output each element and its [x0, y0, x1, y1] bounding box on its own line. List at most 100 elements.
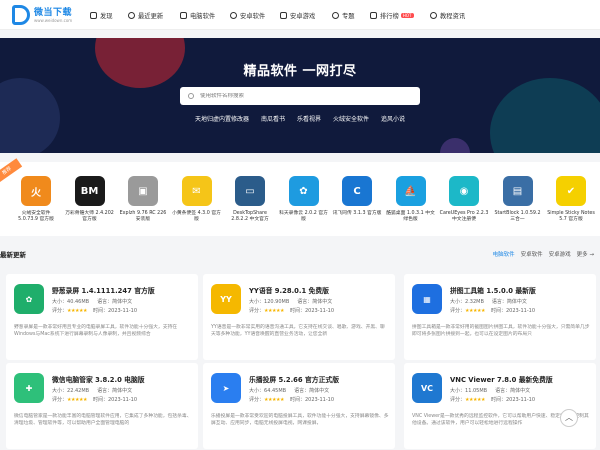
nav-label: 安卓游戏	[290, 12, 316, 20]
size-value: 40.46MB	[67, 299, 90, 305]
hot-link[interactable]: 乐看视界	[297, 114, 321, 123]
card-meta: 大小：40.46MB 语言：简体中文	[52, 298, 132, 305]
card-meta: 大小：11.05MB 语言：简体中文	[450, 387, 530, 394]
featured-app[interactable]: ▭ DeskTopShare 2.8.2.2 中文官方	[225, 176, 275, 223]
featured-app[interactable]: ⛵ 酷狐桌面 1.0.3.1 中文绿色版	[386, 176, 436, 223]
nav-item-1[interactable]: 最近更新	[128, 9, 163, 21]
featured-app[interactable]: ✿ 科天录像云 2.0.2 官方版	[279, 176, 329, 223]
star-rating-icon: ★★★★★	[465, 308, 485, 314]
size-label: 大小：	[450, 299, 466, 305]
category-tabs: 电脑软件 安卓软件 安卓游戏 更多 →	[493, 250, 594, 258]
hot-search-links: 天地归虚内置修改器 南瓜看书 乐看视界 火绒安全软件 追风小说	[0, 114, 600, 123]
featured-app[interactable]: C 讯飞同传 3.1.3 官方版	[332, 176, 382, 217]
card-description: 微信电脑管家是一款功能丰富的电脑管理软件应用，它集成了多种功能，包括杀毒、清理垃…	[14, 414, 192, 426]
card-title[interactable]: 拼图工具箱 1.5.0.0 最新版	[450, 285, 536, 295]
software-card[interactable]: YY YY语音 9.28.0.1 免费版 大小：120.90MB 语言：简体中文 评分：…	[203, 274, 395, 360]
card-title[interactable]: VNC Viewer 7.8.0 最新免费版	[450, 374, 553, 384]
lang-label: 语言：	[491, 299, 507, 305]
nav-label: 最近更新	[138, 12, 164, 20]
nav-item-7[interactable]: 教程资讯	[430, 9, 465, 21]
featured-app[interactable]: BM 万彩骨骼大师 2.4.202 官方版	[65, 176, 115, 223]
time-value: 2023-11-10	[505, 308, 536, 314]
hot-link[interactable]: 南瓜看书	[261, 114, 285, 123]
star-rating-icon: ★★★★★	[264, 308, 284, 314]
software-card[interactable]: VC VNC Viewer 7.8.0 最新免费版 大小：11.05MB 语言：简体中…	[404, 363, 596, 449]
search-icon[interactable]	[188, 93, 194, 99]
featured-app[interactable]: ✔ Simple Sticky Notes 5.7 官方版	[546, 176, 596, 223]
card-rating: 评分：★★★★★ 时间：2023-11-10	[450, 307, 535, 314]
software-card[interactable]: ▦ 拼图工具箱 1.5.0.0 最新版 大小：2.32MB 语言：简体中文 评分：★★★…	[404, 274, 596, 360]
back-to-top-button[interactable]: ︿	[560, 409, 578, 427]
card-title[interactable]: YY语音 9.28.0.1 免费版	[249, 285, 329, 295]
site-logo[interactable]: 微当下载 www.weidown.com	[12, 5, 76, 27]
app-name: Simple Sticky Notes 5.7 官方版	[547, 211, 595, 223]
lang-value: 简体中文	[112, 299, 133, 305]
search-input[interactable]	[200, 93, 400, 99]
card-meta: 大小：22.42MB 语言：简体中文	[52, 387, 132, 394]
document-icon: ▤	[502, 176, 533, 206]
tab-0[interactable]: 电脑软件	[493, 250, 515, 258]
software-card[interactable]: ➤ 乐播投屏 5.2.66 官方正式版 大小：64.45MB 语言：简体中文 评分：★★…	[203, 363, 395, 449]
time-label: 时间：	[289, 397, 305, 403]
lang-value: 简体中文	[506, 299, 527, 305]
size-value: 120.90MB	[264, 299, 290, 305]
nav-item-6[interactable]: 排行榜 HOT	[370, 9, 414, 21]
hot-link[interactable]: 追风小说	[381, 114, 405, 123]
section-title: 最新更新	[0, 251, 26, 259]
app-name: 小黄条便签 4.3.0 官方版	[172, 211, 221, 223]
lang-value: 简体中文	[309, 388, 330, 394]
nav-item-5[interactable]: 专题	[332, 9, 355, 21]
ranking-icon	[370, 11, 377, 19]
nav-item-0[interactable]: 发现	[90, 9, 113, 21]
card-title[interactable]: 乐播投屏 5.2.66 官方正式版	[249, 374, 339, 384]
lang-label: 语言：	[495, 388, 511, 394]
logo-subtitle: www.weidown.com	[34, 18, 73, 23]
software-card[interactable]: ✿ 野葱录屏 1.4.1111.247 官方版 大小：40.46MB 语言：简体中文评…	[6, 274, 198, 360]
search-box[interactable]	[180, 87, 420, 105]
hot-link[interactable]: 火绒安全软件	[333, 114, 369, 123]
nav-label: 专题	[342, 12, 355, 20]
nav-label: 排行榜	[380, 12, 399, 20]
logo-title: 微当下载	[34, 8, 73, 18]
card-title[interactable]: 微信电脑管家 3.8.2.0 电脑版	[52, 374, 145, 384]
card-description: YY语音是一款非常实用的语音沟通工具，它支持在线交谈、唱歌、游戏、开黑、聊天等多…	[211, 325, 385, 337]
nav-item-2[interactable]: 电脑软件	[180, 9, 215, 21]
lang-label: 语言：	[97, 388, 113, 394]
featured-app[interactable]: 火火绒安全软件 5.0.73.9 官方版	[11, 176, 61, 223]
size-label: 大小：	[52, 299, 68, 305]
rating-label: 评分：	[249, 397, 265, 403]
nav-label: 电脑软件	[190, 12, 216, 20]
hot-link[interactable]: 天地归虚内置修改器	[195, 114, 249, 123]
software-card[interactable]: ✚ 微信电脑管家 3.8.2.0 电脑版 大小：22.42MB 语言：简体中文 评分：★…	[6, 363, 198, 449]
monitor-icon: ▭	[235, 176, 265, 206]
featured-app[interactable]: ✉ 小黄条便签 4.3.0 官方版	[172, 176, 222, 223]
logo-d-icon	[12, 5, 30, 25]
time-label: 时间：	[92, 308, 108, 314]
bm-icon: BM	[74, 176, 105, 206]
featured-app[interactable]: ◉ CareUEyes Pro 2.2.3 中文注册便	[439, 176, 489, 223]
hero-banner: 精品软件 一网打尽 天地归虚内置修改器 南瓜看书 乐看视界 火绒安全软件 追风小说	[0, 38, 600, 153]
tab-1[interactable]: 安卓软件	[521, 250, 543, 258]
card-description: 拼图工具箱是一款非常好用的截图图片拼图工具，软件功能十分强大，只需简单几步即可将…	[412, 325, 590, 337]
home-icon	[90, 11, 97, 19]
card-rating: 评分：★★★★★ 时间：2023-11-10	[249, 307, 334, 314]
nav-item-4[interactable]: 安卓游戏	[280, 9, 315, 21]
card-rating: 评分：★★★★★ 时间：2023-11-10	[52, 307, 137, 314]
sailboat-icon: ⛵	[395, 176, 426, 206]
topic-icon	[332, 11, 339, 19]
size-label: 大小：	[450, 388, 466, 394]
size-label: 大小：	[249, 388, 265, 394]
time-value: 2023-11-10	[505, 397, 536, 403]
featured-app[interactable]: ▣ Explzh 9.76 RC 226 安装版	[118, 176, 168, 223]
cast-icon: ➤	[211, 373, 241, 403]
tab-2[interactable]: 安卓游戏	[549, 250, 571, 258]
card-title[interactable]: 野葱录屏 1.4.1111.247 官方版	[52, 285, 155, 295]
card-meta: 大小：2.32MB 语言：简体中文	[450, 298, 527, 305]
tab-3[interactable]: 更多 →	[577, 250, 594, 258]
rating-label: 评分：	[450, 308, 466, 314]
gamepad-icon	[280, 11, 287, 19]
safe-box-icon: ▣	[128, 176, 158, 206]
onion-icon: ✿	[14, 284, 44, 314]
nav-item-3[interactable]: 安卓软件	[230, 9, 265, 21]
featured-app[interactable]: ▤ StartBlock 1.0.59.2 三合一	[493, 176, 543, 223]
